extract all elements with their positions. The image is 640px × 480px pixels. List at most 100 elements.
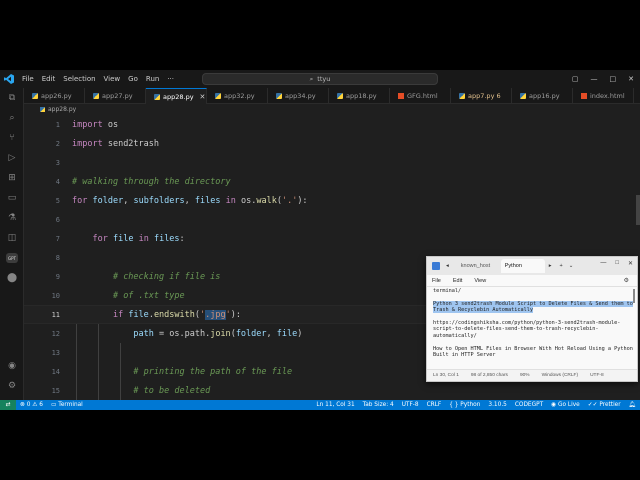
database-icon[interactable]: ◫ <box>0 228 24 248</box>
cursor-position[interactable]: Ln 11, Col 31 <box>312 402 358 408</box>
tab-app27-py[interactable]: app27.py <box>85 88 146 104</box>
close-tab-icon[interactable]: ✕ <box>200 93 206 101</box>
python-file-icon <box>459 93 465 99</box>
notepad-menu-view[interactable]: View <box>474 278 486 284</box>
tab-app16-py[interactable]: app16.py <box>512 88 573 104</box>
extensions-icon[interactable]: ⊞ <box>0 168 24 188</box>
notepad-scrollbar[interactable] <box>633 289 635 303</box>
tab-scroll-left-icon[interactable]: ◂ <box>446 263 449 269</box>
menu-view[interactable]: View <box>100 75 125 83</box>
menu-file[interactable]: File <box>18 75 38 83</box>
search-text: ttyu <box>317 75 331 83</box>
code-line: 2 import send2trash <box>55 138 160 149</box>
explorer-icon[interactable]: ⧉ <box>0 88 24 108</box>
tab-label: app32.py <box>224 92 255 100</box>
python-file-icon <box>40 107 45 112</box>
notepad-tab-python[interactable]: Python <box>500 259 545 273</box>
html-file-icon <box>581 93 587 99</box>
bottom-letterbox <box>0 410 640 480</box>
tab-app32-py[interactable]: app32.py <box>207 88 268 104</box>
notifications-icon[interactable]: 🔔︎ <box>625 402 640 408</box>
notepad-text-area[interactable]: terminal/ Python 3 send2trash Module Scr… <box>433 288 633 368</box>
tab-size[interactable]: Tab Size: 4 <box>359 402 398 408</box>
breadcrumb[interactable]: app28.py <box>24 104 76 115</box>
close-window-icon[interactable]: ✕ <box>628 75 634 83</box>
tab-label: app16.py <box>529 92 560 100</box>
code-line: 5 for folder, subfolders, files in os.wa… <box>55 195 308 206</box>
account-icon[interactable]: ◉ <box>0 356 24 376</box>
code-line: 7 for file in files: <box>55 233 185 244</box>
activity-bar: ⧉ ⌕ ⑂ ▷ ⊞ ▭ ⚗ ◫ GPT ⬤ ◉ ⚙ <box>0 88 24 400</box>
run-debug-icon[interactable]: ▷ <box>0 148 24 168</box>
python-file-icon <box>32 93 38 99</box>
encoding[interactable]: UTF-8 <box>398 402 423 408</box>
notepad-eol: Windows (CRLF) <box>541 373 579 378</box>
python-file-icon <box>276 93 282 99</box>
end-of-line[interactable]: CRLF <box>423 402 446 408</box>
remote-explorer-icon[interactable]: ▭ <box>0 188 24 208</box>
menu-edit[interactable]: Edit <box>38 75 60 83</box>
menu-go[interactable]: Go <box>124 75 142 83</box>
python-file-icon <box>154 93 160 100</box>
testing-icon[interactable]: ⚗ <box>0 208 24 228</box>
notepad-menu-file[interactable]: File <box>432 278 441 284</box>
tab-index-html[interactable]: index.html <box>573 88 634 104</box>
menu-selection[interactable]: Selection <box>59 75 99 83</box>
prettier-status[interactable]: ✓✓ Prettier <box>584 402 625 408</box>
tab-GFG-html[interactable]: GFG.html <box>390 88 451 104</box>
notepad-line-selected: Python 3 send2trash Module Script to Del… <box>433 300 633 314</box>
new-tab-icon[interactable]: + <box>560 263 563 269</box>
python-file-icon <box>215 93 221 99</box>
remote-icon[interactable]: ⇄ <box>0 400 16 410</box>
terminal-button[interactable]: ▭ Terminal <box>47 402 87 408</box>
problems-indicator[interactable]: ⊗ 0 ⚠ 6 <box>16 402 47 408</box>
codegpt-status[interactable]: CODEGPT <box>511 402 547 408</box>
gear-icon[interactable]: ⚙ <box>0 376 24 396</box>
notepad-menu-edit[interactable]: Edit <box>453 278 462 284</box>
tab-app18-py[interactable]: app18.py <box>329 88 390 104</box>
extension-badge-icon[interactable]: ⬤ <box>0 268 24 288</box>
tab-scroll-right-icon[interactable]: ▸ <box>549 263 552 269</box>
notepad-position: Ln 30, Col 1 <box>433 373 459 378</box>
go-live-button[interactable]: ◉ Go Live <box>547 402 584 408</box>
status-bar: ⇄ ⊗ 0 ⚠ 6 ▭ Terminal Ln 11, Col 31 Tab S… <box>0 400 640 410</box>
notepad-menu-bar: File Edit View <box>427 275 637 287</box>
source-control-icon[interactable]: ⑂ <box>0 128 24 148</box>
code-line: 15 # to be deleted <box>51 385 211 396</box>
layout-icon[interactable]: ▢ <box>572 75 579 83</box>
code-line: 6 <box>55 215 60 224</box>
python-file-icon <box>520 93 526 99</box>
tab-app34-py[interactable]: app34.py <box>268 88 329 104</box>
command-center-search[interactable]: ⌕ ttyu <box>202 73 438 85</box>
notepad-line: terminal/ <box>433 288 462 294</box>
language-mode[interactable]: { } Python <box>445 402 484 408</box>
tab-label: app7.py 6 <box>468 92 501 100</box>
notepad-minimize-icon[interactable]: — <box>600 260 606 267</box>
tab-label: GFG.html <box>407 92 438 100</box>
title-bar: File Edit Selection View Go Run ··· ← → … <box>0 70 640 88</box>
menu-run[interactable]: Run <box>142 75 163 83</box>
python-version[interactable]: 3.10.5 <box>484 402 510 408</box>
tab-app26-py[interactable]: app26.py <box>24 88 85 104</box>
more-menu-icon[interactable]: ··· <box>163 75 178 83</box>
search-icon: ⌕ <box>309 74 314 83</box>
minimize-icon[interactable]: — <box>591 75 598 83</box>
codegpt-icon[interactable]: GPT <box>0 248 24 268</box>
scrollbar-thumb[interactable] <box>636 195 640 225</box>
tab-list-icon[interactable]: ⌄ <box>569 263 574 269</box>
notepad-tab-known-host[interactable]: known_host <box>457 259 501 273</box>
tab-app28-py[interactable]: app28.py ✕ <box>146 88 207 104</box>
notepad-close-icon[interactable]: ✕ <box>628 260 633 267</box>
notepad-maximize-icon[interactable]: □ <box>615 260 619 267</box>
notepad-settings-gear-icon[interactable]: ⚙ <box>624 277 629 284</box>
tab-app7-py[interactable]: app7.py 6 <box>451 88 512 104</box>
editor-tabs: app26.py app27.py app28.py ✕ app32.py app34.p… <box>24 88 640 104</box>
maximize-icon[interactable]: □ <box>610 75 617 83</box>
code-line: 4 # walking through the directory <box>55 176 231 187</box>
notepad-line: How to Open HTML Files in Browser With H… <box>433 345 633 359</box>
tab-label: app27.py <box>102 92 133 100</box>
search-icon[interactable]: ⌕ <box>0 108 24 128</box>
notepad-encoding: UTF-8 <box>590 373 604 378</box>
code-line: 3 <box>55 158 60 167</box>
python-file-icon <box>93 93 99 99</box>
